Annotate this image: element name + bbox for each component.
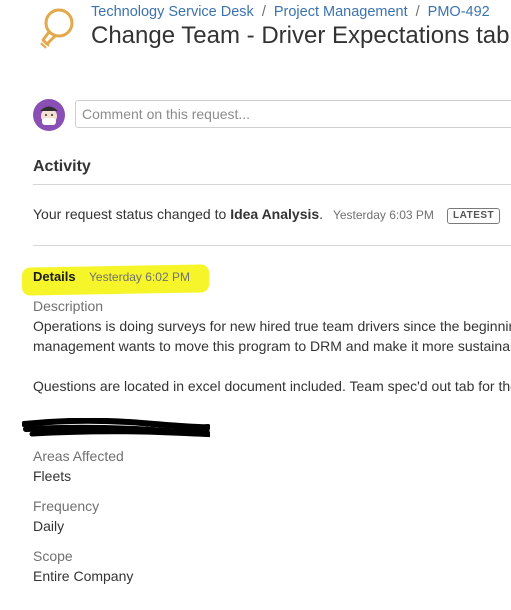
description-label: Description <box>33 298 104 314</box>
comment-input[interactable] <box>75 100 511 128</box>
divider <box>33 245 511 246</box>
status-prefix: Your request status changed to <box>33 206 231 222</box>
details-heading: Details <box>33 269 76 284</box>
details-timestamp: Yesterday 6:02 PM <box>89 270 190 284</box>
field-label-frequency: Frequency <box>33 498 100 514</box>
status-value: Idea Analysis <box>230 206 320 222</box>
breadcrumb: Technology Service Desk / Project Manageme… <box>91 4 490 20</box>
description-line: management wants to move this program to… <box>33 338 511 354</box>
divider <box>33 184 511 185</box>
activity-heading: Activity <box>33 158 91 175</box>
status-change-entry: Your request status changed to Idea Anal… <box>33 206 434 222</box>
latest-badge: LATEST <box>447 208 501 224</box>
breadcrumb-service-desk[interactable]: Technology Service Desk <box>91 4 254 20</box>
lightbulb-icon <box>40 8 74 49</box>
field-value-frequency: Daily <box>33 518 65 534</box>
breadcrumb-separator: / <box>415 4 420 20</box>
field-value-areas-affected: Fleets <box>33 468 72 484</box>
status-suffix: . <box>319 206 324 222</box>
breadcrumb-separator: / <box>261 4 266 20</box>
redaction-scribble <box>22 418 210 438</box>
field-label-areas-affected: Areas Affected <box>33 448 124 464</box>
breadcrumb-issue-key[interactable]: PMO-492 <box>428 4 490 20</box>
user-avatar <box>33 99 65 131</box>
breadcrumb-project-management[interactable]: Project Management <box>274 4 408 20</box>
field-label-scope: Scope <box>33 548 73 564</box>
status-timestamp: Yesterday 6:03 PM <box>332 208 434 222</box>
field-value-scope: Entire Company <box>33 568 134 584</box>
description-line: Operations is doing surveys for new hire… <box>33 318 511 334</box>
page-title: Change Team - Driver Expectations tab <box>91 22 510 49</box>
description-line: Questions are located in excel document … <box>33 378 511 394</box>
